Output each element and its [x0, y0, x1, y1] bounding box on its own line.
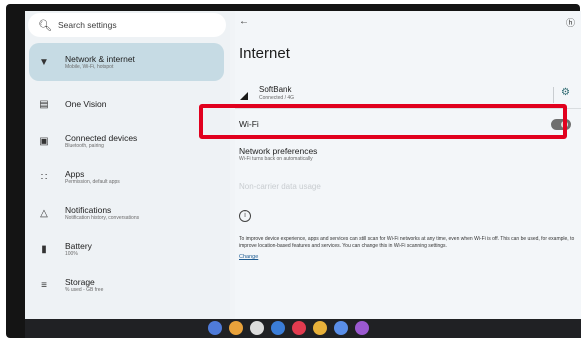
internet-page: ← ⓗ Internet SoftBank Connected / 4G ⚙ W… [235, 11, 581, 319]
page-title: Internet [239, 45, 290, 62]
sidebar-item-title: Battery [65, 240, 92, 251]
sidebar-item-subtitle: Permission, default apps [65, 178, 120, 185]
sidebar-item-storage[interactable]: ≡ Storage % used - GB free [29, 272, 224, 298]
devices-icon: ▣ [39, 135, 49, 147]
sidebar-item-subtitle: Notification history, conversations [65, 214, 140, 221]
sidebar-item-subtitle: Mobile, Wi-Fi, hotspot [65, 63, 114, 70]
carrier-name: SoftBank [259, 85, 292, 94]
carrier-entry[interactable]: SoftBank Connected / 4G [259, 85, 294, 102]
play-app-icon[interactable] [292, 321, 306, 335]
screen: 🔍︎ Search settings ▼ Network & internet … [25, 11, 581, 319]
signal-icon [240, 92, 248, 100]
gear-icon[interactable]: ⚙ [561, 87, 570, 98]
search-bar[interactable]: 🔍︎ Search settings [28, 13, 226, 37]
messages-app-icon[interactable] [334, 321, 348, 335]
sidebar-item-notifications[interactable]: △ Notifications Notification history, co… [29, 200, 224, 226]
search-icon: 🔍︎ [38, 19, 52, 32]
sidebar-item-subtitle: 100% [65, 250, 78, 257]
apps-icon: ∷ [40, 171, 48, 183]
sidebar-item-title: Storage [65, 276, 95, 287]
non-carrier-title: Non-carrier data usage [239, 182, 321, 191]
sidebar-item-connected-devices[interactable]: ▣ Connected devices Bluetooth, pairing [29, 128, 224, 154]
network-preferences[interactable]: Network preferences Wi-Fi turns back on … [239, 146, 317, 163]
sidebar-item-title: Apps [65, 168, 85, 179]
sidebar-item-apps[interactable]: ∷ Apps Permission, default apps [29, 164, 224, 190]
camera-app-icon[interactable] [250, 321, 264, 335]
back-arrow-icon[interactable]: ← [239, 16, 249, 27]
footer-text: To improve device experience, apps and s… [239, 236, 575, 249]
network-preferences-title: Network preferences [239, 146, 318, 156]
storage-icon: ≡ [41, 279, 47, 291]
apps-app-icon[interactable] [355, 321, 369, 335]
sidebar-item-title: Network & internet [65, 53, 135, 64]
assistant-app-icon[interactable] [208, 321, 222, 335]
device-frame: 🔍︎ Search settings ▼ Network & internet … [6, 4, 581, 338]
settings-sidebar: 🔍︎ Search settings ▼ Network & internet … [25, 11, 230, 319]
non-carrier-data-usage: Non-carrier data usage [239, 182, 321, 192]
sidebar-item-title: Notifications [65, 204, 112, 215]
taskbar [25, 319, 581, 338]
divider [553, 87, 554, 103]
photos-app-icon[interactable] [313, 321, 327, 335]
change-link[interactable]: Change [239, 254, 258, 260]
search-placeholder: Search settings [58, 20, 117, 30]
sidebar-item-network[interactable]: ▼ Network & internet Mobile, Wi-Fi, hots… [29, 43, 224, 81]
info-icon: i [239, 210, 251, 222]
battery-icon: ▮ [41, 243, 47, 255]
sidebar-item-title: Connected devices [65, 132, 138, 143]
sidebar-item-subtitle: Bluetooth, pairing [65, 142, 104, 149]
grid-icon: ▤ [39, 98, 49, 110]
bell-icon: △ [40, 207, 48, 219]
chrome-app-icon[interactable] [229, 321, 243, 335]
sidebar-item-title: One Vision [65, 99, 107, 109]
settings-app-icon[interactable] [271, 321, 285, 335]
sidebar-item-one-vision[interactable]: ▤ One Vision [29, 94, 224, 114]
app-dock [208, 321, 369, 335]
sidebar-item-subtitle: % used - GB free [65, 286, 104, 293]
highlight-box [199, 104, 567, 139]
help-icon[interactable]: ⓗ [566, 16, 575, 29]
carrier-status: Connected / 4G [259, 95, 295, 101]
wifi-icon: ▼ [39, 56, 49, 68]
network-preferences-subtitle: Wi-Fi turns back on automatically [239, 156, 313, 162]
sidebar-item-battery[interactable]: ▮ Battery 100% [29, 236, 224, 262]
